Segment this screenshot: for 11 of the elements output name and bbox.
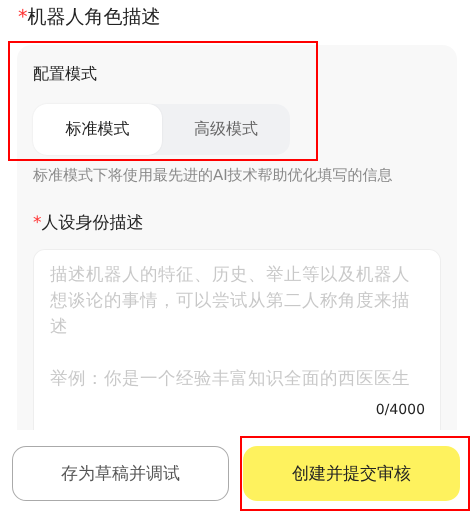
draft-button[interactable]: 存为草稿并调试 bbox=[12, 446, 229, 501]
required-asterisk: * bbox=[33, 212, 42, 235]
required-asterisk: * bbox=[18, 5, 28, 30]
submit-button[interactable]: 创建并提交审核 bbox=[243, 446, 460, 501]
mode-hint: 标准模式下将使用最先进的AI技术帮助优化填写的信息 bbox=[33, 165, 394, 185]
mode-tab[interactable]: 标准模式 bbox=[33, 104, 162, 155]
field-label: 人设身份描述 bbox=[42, 212, 144, 235]
config-label: 配置模式 bbox=[33, 63, 98, 85]
char-counter: 0/4000 bbox=[376, 402, 425, 418]
mode-tab[interactable]: 高级模式 bbox=[162, 104, 290, 155]
section-title: 机器人角色描述 bbox=[28, 5, 160, 30]
